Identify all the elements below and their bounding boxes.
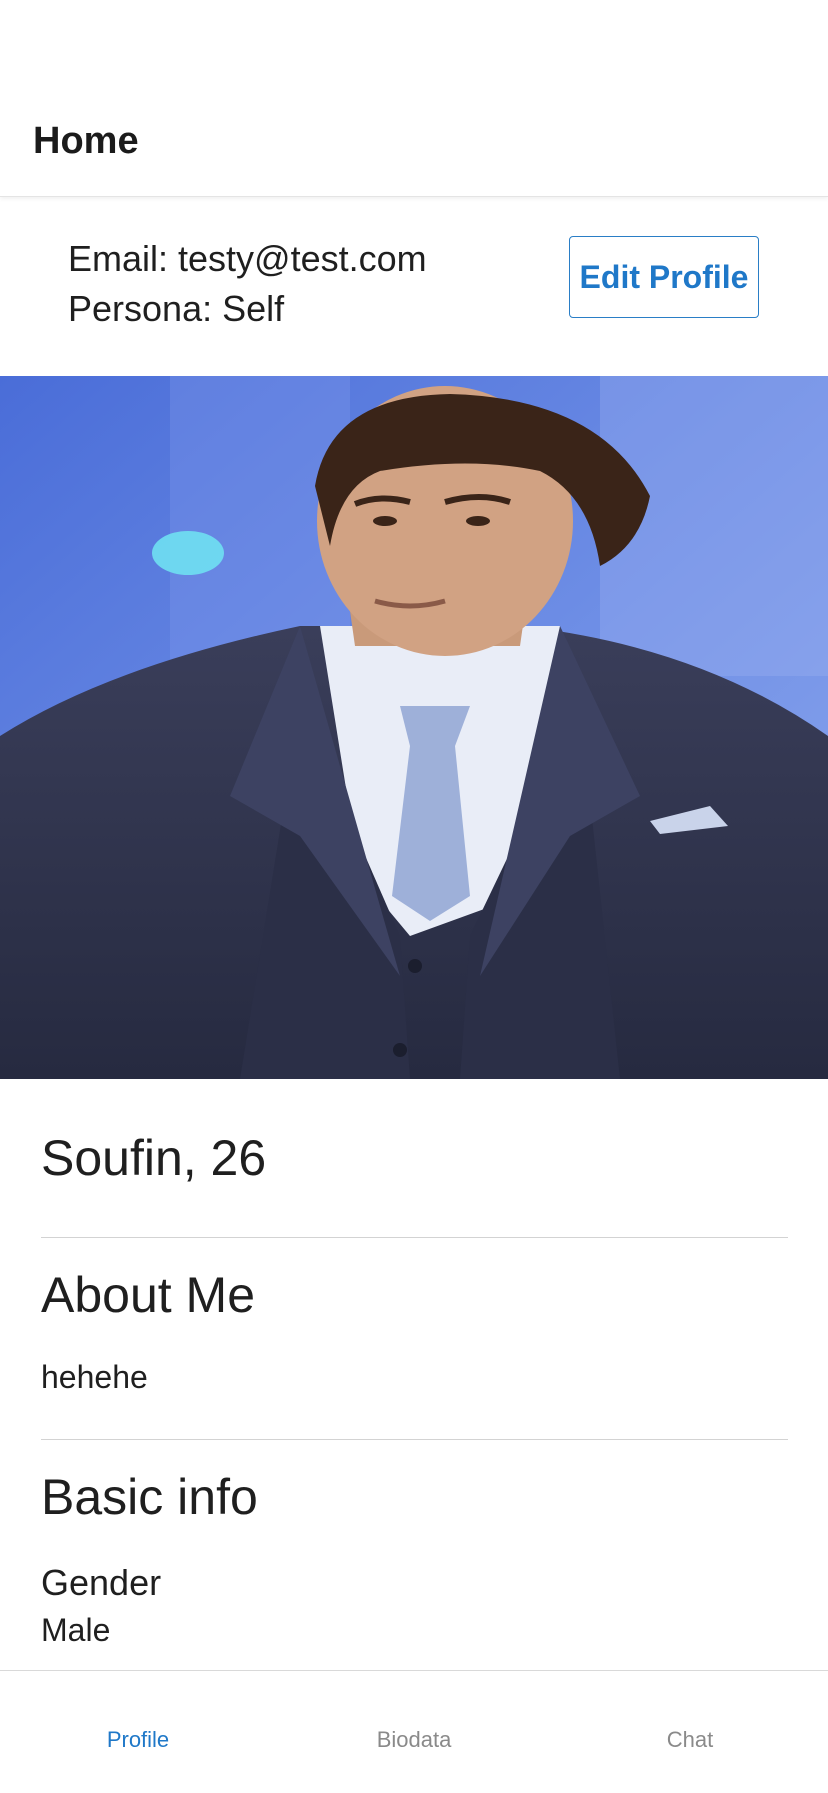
tab-biodata[interactable]: Biodata	[276, 1671, 552, 1793]
name-age: Soufin, 26	[41, 1130, 267, 1186]
about-me-text: hehehe	[41, 1359, 148, 1395]
app-header: Home	[0, 0, 828, 197]
bottom-tab-bar: Profile Biodata Chat	[0, 1670, 828, 1793]
edit-profile-button[interactable]: Edit Profile	[569, 236, 759, 318]
tab-chat[interactable]: Chat	[552, 1671, 828, 1793]
page-title: Home	[33, 120, 139, 162]
tab-profile[interactable]: Profile	[0, 1671, 276, 1793]
email-text: Email: testy@test.com	[68, 238, 427, 279]
divider	[41, 1237, 788, 1238]
persona-text: Persona: Self	[68, 288, 285, 329]
about-me-title: About Me	[41, 1267, 256, 1323]
account-summary: Email: testy@test.com Persona: Self Edit…	[0, 198, 828, 376]
divider	[41, 1439, 788, 1440]
profile-photo-illustration	[0, 376, 828, 1079]
profile-photo	[0, 376, 828, 1079]
gender-label: Gender	[41, 1562, 162, 1603]
gender-value: Male	[41, 1612, 111, 1648]
account-details: Email: testy@test.com Persona: Self	[68, 234, 427, 334]
basic-info-title: Basic info	[41, 1469, 258, 1525]
